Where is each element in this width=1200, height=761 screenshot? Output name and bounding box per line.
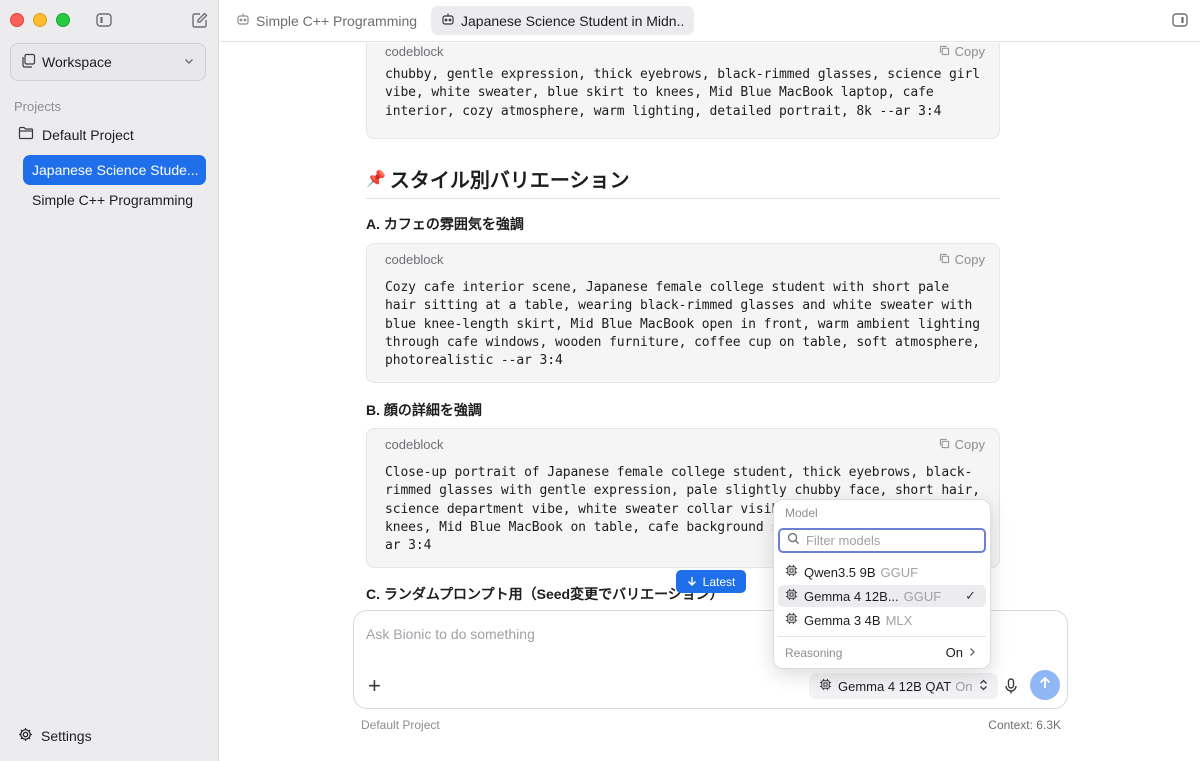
tab-simple-cpp[interactable]: Simple C++ Programming	[226, 6, 427, 35]
codeblock-2: codeblock Copy Cozy cafe interior scene,…	[366, 243, 1000, 383]
model-option-format: MLX	[885, 612, 913, 628]
model-option-name: Gemma 3 4B	[804, 612, 881, 628]
sidebar-chat-simple-cpp[interactable]: Simple C++ Programming	[23, 185, 206, 215]
sidebar-chat-japanese-science[interactable]: Japanese Science Stude...	[23, 155, 206, 185]
tab-japanese-science[interactable]: Japanese Science Student in Midn...	[431, 6, 694, 35]
workspace-label: Workspace	[42, 54, 112, 70]
right-panel-toggle-icon[interactable]	[1171, 11, 1189, 29]
codeblock-text: Cozy cafe interior scene, Japanese femal…	[385, 280, 980, 369]
codeblock-label: codeblock	[385, 437, 444, 452]
minimize-window-button[interactable]	[33, 13, 47, 27]
zoom-window-button[interactable]	[56, 13, 70, 27]
pin-icon: 📌	[366, 170, 386, 188]
context-size: Context: 6.3K	[988, 718, 1061, 732]
codeblock-label: codeblock	[385, 44, 444, 59]
model-option-gemma4[interactable]: Gemma 4 12B... GGUF ✓	[778, 585, 986, 607]
model-selector-button[interactable]: Gemma 4 12B QAT On	[809, 673, 998, 699]
chip-icon	[819, 678, 832, 694]
heading-divider	[366, 198, 1000, 199]
add-attachment-button[interactable]: +	[368, 675, 381, 697]
copy-label: Copy	[954, 44, 985, 59]
projects-section-label: Projects	[14, 99, 61, 114]
copy-label: Copy	[954, 252, 985, 267]
tab-label: Japanese Science Student in Midn...	[461, 12, 684, 29]
arrow-down-icon	[687, 575, 697, 589]
project-name: Default Project	[42, 126, 134, 143]
subheading-b: B. 顔の詳細を強調	[366, 402, 482, 418]
settings-button[interactable]: Settings	[18, 727, 92, 745]
checkmark-icon: ✓	[965, 588, 976, 603]
model-popover: Model Filter models Qwen3.5 9B GGUF Gemm…	[773, 499, 991, 669]
project-default[interactable]: Default Project	[18, 126, 134, 143]
latest-label: Latest	[702, 574, 736, 589]
copy-button[interactable]: Copy	[939, 437, 985, 452]
microphone-icon[interactable]	[1002, 677, 1020, 695]
gear-icon	[18, 727, 33, 745]
reasoning-label: Reasoning	[785, 646, 843, 660]
close-window-button[interactable]	[10, 13, 24, 27]
section-heading-text: スタイル別バリエーション	[389, 170, 630, 192]
search-icon	[787, 532, 800, 550]
workspace-selector[interactable]: Workspace	[10, 43, 206, 81]
sidebar: Workspace Projects Default Project Japan…	[0, 0, 219, 761]
reasoning-value: On	[945, 645, 963, 660]
codeblock-text: chubby, gentle expression, thick eyebrow…	[385, 67, 980, 119]
bot-icon	[236, 12, 250, 29]
codeblock-label: codeblock	[385, 252, 444, 267]
chip-icon	[785, 564, 798, 580]
chevron-updown-icon	[979, 679, 988, 694]
chip-icon	[785, 588, 798, 604]
reasoning-toggle[interactable]: On	[946, 645, 976, 660]
chevron-down-icon	[183, 54, 195, 70]
popover-title: Model	[785, 506, 818, 520]
send-button[interactable]	[1030, 670, 1060, 700]
filter-models-input[interactable]: Filter models	[778, 528, 986, 553]
copy-button[interactable]: Copy	[939, 252, 985, 267]
copy-icon	[939, 437, 950, 452]
model-reasoning-state: On	[955, 678, 973, 694]
arrow-up-icon	[1038, 676, 1052, 695]
folder-icon	[18, 126, 34, 143]
model-name: Gemma 4 12B QAT	[838, 678, 952, 694]
chevron-right-icon	[969, 645, 976, 660]
sidebar-toggle-icon[interactable]	[95, 11, 113, 29]
codeblock-1: codeblock Copy chubby, gentle expression…	[366, 43, 1000, 139]
tab-bar: Simple C++ Programming Japanese Science …	[220, 0, 1200, 42]
bot-icon	[441, 12, 455, 29]
workspace-icon	[21, 53, 36, 71]
message-input-placeholder[interactable]: Ask Bionic to do something	[366, 626, 535, 642]
chip-icon	[785, 612, 798, 628]
footer-project: Default Project	[361, 718, 440, 732]
model-option-qwen[interactable]: Qwen3.5 9B GGUF	[778, 561, 986, 583]
copy-icon	[939, 252, 950, 267]
model-option-name: Gemma 4 12B...	[804, 588, 899, 604]
jump-to-latest-button[interactable]: Latest	[676, 570, 746, 593]
settings-label: Settings	[41, 728, 92, 744]
new-chat-icon[interactable]	[191, 11, 209, 29]
section-heading: 📌 スタイル別バリエーション	[366, 164, 630, 193]
filter-placeholder: Filter models	[806, 533, 881, 548]
model-option-format: GGUF	[903, 588, 942, 604]
model-option-gemma3[interactable]: Gemma 3 4B MLX	[778, 609, 986, 631]
popover-divider	[778, 636, 986, 637]
tab-label: Simple C++ Programming	[256, 12, 418, 29]
subheading-a: A. カフェの雰囲気を強調	[366, 216, 524, 232]
copy-label: Copy	[954, 437, 985, 452]
model-option-name: Qwen3.5 9B	[804, 564, 876, 580]
copy-button[interactable]: Copy	[939, 44, 985, 59]
model-option-format: GGUF	[880, 564, 919, 580]
chat-transcript: codeblock Copy chubby, gentle expression…	[220, 43, 1200, 610]
copy-icon	[939, 44, 950, 59]
subheading-c: C. ランダムプロンプト用（Seed変更でバリエーション）	[366, 586, 724, 602]
